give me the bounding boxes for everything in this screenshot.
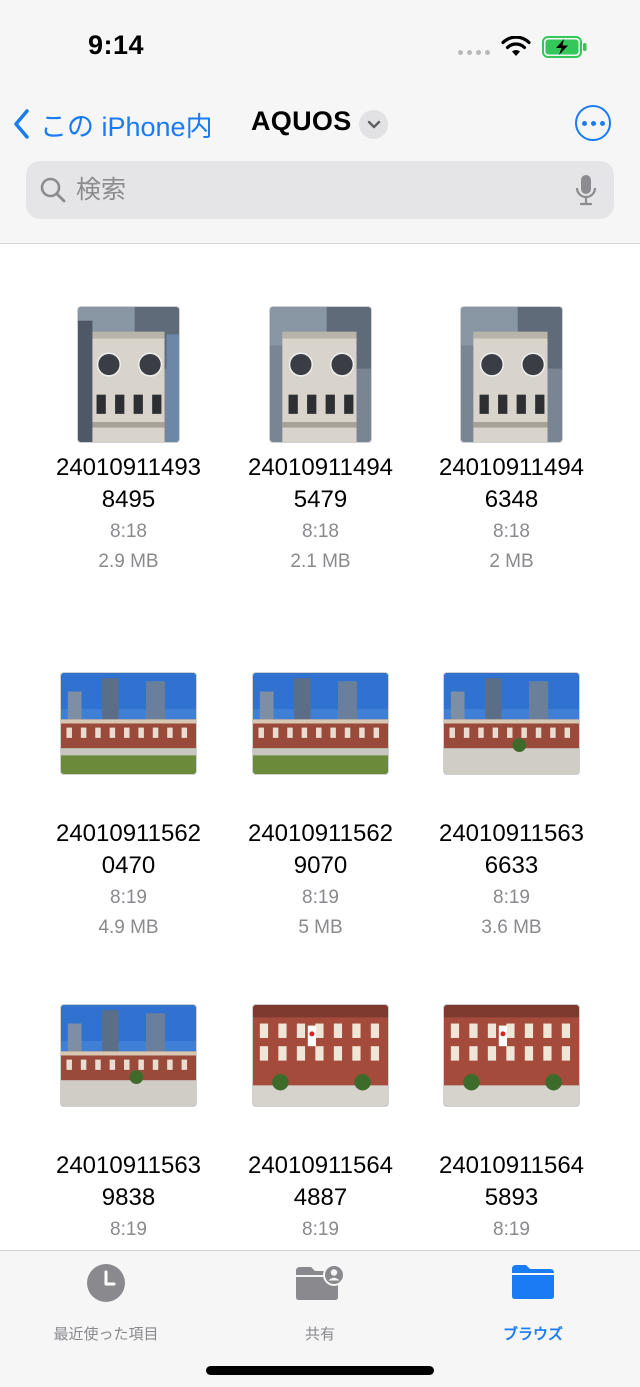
shared-folder-icon: [296, 1264, 345, 1300]
status-time: 9:14: [88, 30, 145, 60]
tab-shared[interactable]: 共有: [220, 1263, 420, 1343]
more-options-button[interactable]: [575, 105, 611, 141]
file-name-line2: 8495: [101, 486, 156, 513]
status-bar: 9:14: [0, 0, 640, 90]
file-item[interactable]: 24010911494 5479 8:18 2.1 MB: [225, 244, 416, 584]
chevron-left-icon: [14, 109, 29, 139]
tab-shared-label: 共有: [304, 1326, 335, 1343]
search-bar: [26, 161, 614, 219]
file-name-line1: 24010911493: [55, 454, 202, 481]
file-size: 4.9 MB: [98, 917, 159, 938]
file-name-line2: 9838: [101, 1184, 156, 1211]
file-modified-time: 8:18: [493, 521, 530, 542]
file-thumbnail[interactable]: [77, 306, 180, 443]
file-thumbnail[interactable]: [60, 1004, 197, 1107]
file-size: 3.6 MB: [481, 917, 542, 938]
file-name-line1: 24010911564: [438, 1152, 585, 1179]
file-thumbnail[interactable]: [269, 306, 372, 443]
file-item[interactable]: 24010911563 6633 8:19 3.6 MB: [416, 610, 607, 950]
file-modified-time: 8:19: [493, 887, 530, 908]
file-item[interactable]: 24010911562 9070 8:19 5 MB: [225, 610, 416, 950]
file-name-line2: 9070: [293, 852, 348, 879]
file-name-line1: 24010911564: [247, 1152, 394, 1179]
file-modified-time: 8:18: [302, 521, 339, 542]
more-icon-dot: [599, 120, 605, 126]
search-icon: [40, 177, 66, 203]
file-name-line1: 24010911563: [438, 820, 585, 847]
file-item[interactable]: 2401091156398388:193.7 MB: [33, 942, 224, 1250]
file-item[interactable]: 24010911562 0470 8:19 4.9 MB: [33, 610, 224, 950]
home-indicator: [206, 1366, 434, 1375]
file-name-line2: 5893: [484, 1184, 539, 1211]
file-size: 5 MB: [298, 917, 343, 938]
microphone-icon[interactable]: [575, 174, 597, 206]
file-thumbnail[interactable]: [443, 1004, 580, 1107]
tab-browse[interactable]: ブラウズ: [433, 1263, 633, 1343]
back-button[interactable]: この iPhone内: [12, 102, 213, 146]
file-size: 2.9 MB: [98, 551, 159, 572]
file-modified-time: 8:19: [110, 887, 147, 908]
search-input[interactable]: [76, 165, 556, 215]
tab-browse-label: ブラウズ: [502, 1326, 563, 1343]
back-button-label: この iPhone内: [40, 111, 213, 142]
file-size: 2.1 MB: [290, 551, 351, 572]
file-item[interactable]: 24010911494 6348 8:18 2 MB: [416, 244, 607, 584]
file-thumbnail[interactable]: [460, 306, 563, 443]
tab-recents-label: 最近使った項目: [53, 1326, 159, 1343]
file-name-line2: 4887: [293, 1184, 348, 1211]
file-name-line1: 24010911562: [55, 820, 202, 847]
folder-icon: [512, 1265, 554, 1299]
battery-charging-icon: [542, 36, 587, 58]
top-area: 9:14 この iPhone内 AQUOS: [0, 0, 640, 244]
file-name-line2: 6348: [484, 486, 539, 513]
chevron-down-icon: [367, 120, 380, 128]
file-item[interactable]: 24010911493 8495 8:18 2.9 MB: [33, 244, 224, 584]
tab-recents[interactable]: 最近使った項目: [6, 1263, 206, 1343]
file-name-line2: 0470: [101, 852, 156, 879]
more-icon-dot: [590, 120, 596, 126]
file-modified-time: 8:19: [302, 1219, 339, 1240]
file-thumbnail[interactable]: [252, 1004, 389, 1107]
cellular-signal-icon: [458, 50, 490, 55]
file-item[interactable]: 2401091156458938:192.6 MB: [416, 942, 607, 1250]
file-thumbnail[interactable]: [60, 672, 197, 775]
file-modified-time: 8:19: [302, 887, 339, 908]
wifi-icon: [501, 36, 531, 56]
more-icon-dot: [581, 120, 587, 126]
file-grid: 24010911493 8495 8:18 2.9 MB 24010911494 5479…: [0, 244, 640, 1250]
file-thumbnail[interactable]: [443, 672, 580, 775]
title-menu-button[interactable]: [359, 110, 388, 139]
navigation-bar: この iPhone内 AQUOS: [0, 100, 640, 148]
file-name-line2: 5479: [293, 486, 348, 513]
file-size: 2 MB: [489, 551, 534, 572]
clock-icon: [87, 1264, 125, 1302]
file-item[interactable]: 2401091156448878:192.4 MB: [225, 942, 416, 1250]
tab-bar: 最近使った項目 共有 ブラウズ: [0, 1250, 640, 1387]
file-name-line1: 24010911563: [55, 1152, 202, 1179]
page-title: AQUOS: [251, 106, 352, 136]
file-modified-time: 8:19: [493, 1219, 530, 1240]
file-modified-time: 8:19: [110, 1219, 147, 1240]
file-name-line1: 24010911562: [247, 820, 394, 847]
file-modified-time: 8:18: [110, 521, 147, 542]
file-name-line1: 24010911494: [438, 454, 585, 481]
file-name-line1: 24010911494: [247, 454, 394, 481]
file-name-line2: 6633: [484, 852, 539, 879]
file-thumbnail[interactable]: [252, 672, 389, 775]
